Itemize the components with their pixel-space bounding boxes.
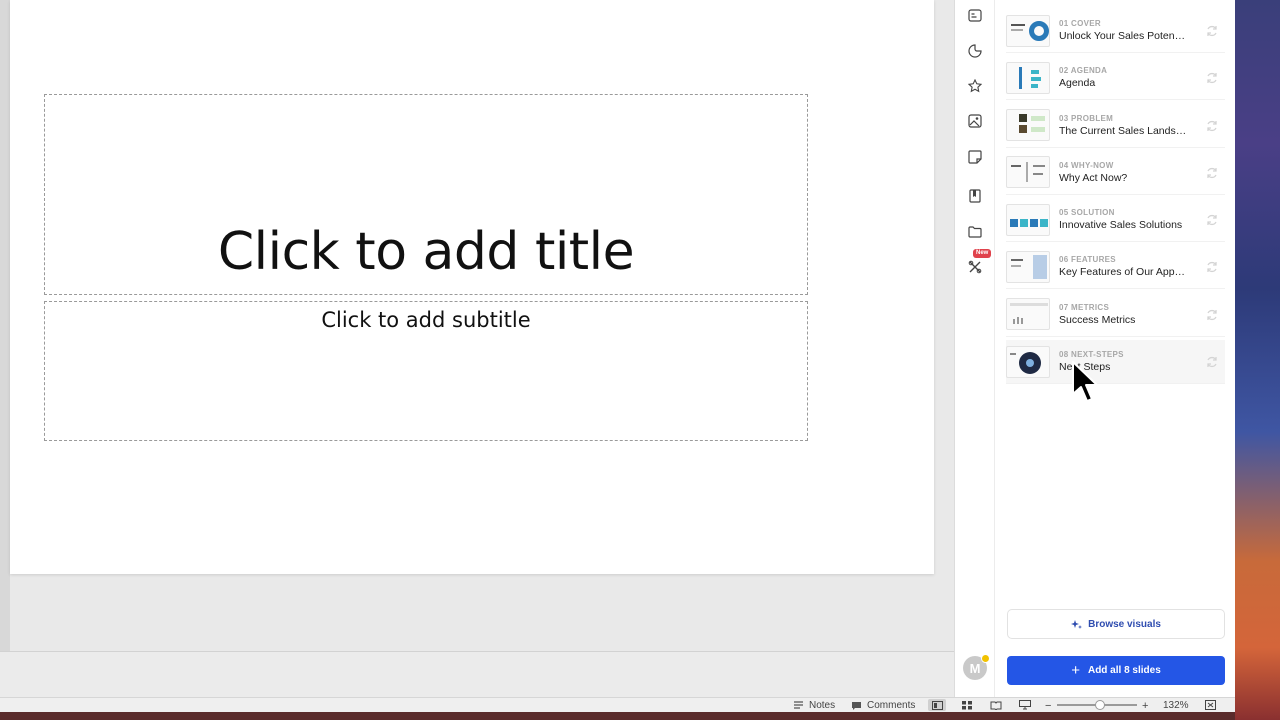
reading-view-button[interactable]	[987, 699, 1005, 711]
comments-toggle[interactable]: Comments	[850, 699, 915, 712]
slide-sorter-button[interactable]	[958, 699, 976, 711]
mouse-cursor-icon	[1072, 361, 1098, 402]
book-open-icon	[990, 701, 1002, 710]
refresh-icon[interactable]	[1205, 166, 1219, 180]
browse-visuals-button[interactable]: Browse visuals	[1007, 609, 1225, 639]
slide-thumbnail	[1006, 345, 1050, 378]
slide-title: Success Metrics	[1059, 313, 1136, 326]
notes-area[interactable]	[0, 651, 954, 697]
slide-thumbnail	[1006, 61, 1050, 94]
star-icon[interactable]	[966, 77, 983, 94]
comment-icon	[850, 700, 863, 711]
fit-to-window-icon	[1204, 700, 1216, 710]
refresh-icon[interactable]	[1205, 308, 1219, 322]
zoom-out-button[interactable]: −	[1045, 699, 1051, 712]
avatar-initial: M	[969, 660, 981, 676]
slide-list: 01 COVER Unlock Your Sales Poten… 02 AGE…	[1006, 9, 1225, 387]
grid-icon	[961, 700, 972, 709]
refresh-icon[interactable]	[1205, 71, 1219, 85]
desktop-wallpaper	[1235, 0, 1280, 720]
slide-item-solution[interactable]: 05 SOLUTION Innovative Sales Solutions	[1006, 198, 1225, 243]
slide-title: Unlock Your Sales Poten…	[1059, 30, 1186, 42]
slide-tag: 07 METRICS	[1059, 302, 1110, 312]
title-placeholder[interactable]: Click to add title	[44, 94, 808, 295]
normal-view-button[interactable]	[928, 699, 946, 711]
subtitle-placeholder-text: Click to add subtitle	[321, 308, 531, 332]
comments-label: Comments	[867, 700, 916, 711]
sticky-note-icon[interactable]	[966, 148, 983, 165]
refresh-icon[interactable]	[1205, 24, 1219, 38]
add-all-slides-button[interactable]: + Add all 8 slides	[1007, 656, 1225, 685]
plus-icon: +	[1071, 662, 1080, 679]
add-all-slides-label: Add all 8 slides	[1087, 665, 1161, 676]
subtitle-placeholder[interactable]: Click to add subtitle	[44, 301, 808, 441]
slideshow-button[interactable]	[1016, 699, 1034, 711]
new-badge: New	[973, 249, 992, 258]
slide-item-problem[interactable]: 03 PROBLEM The Current Sales Lands…	[1006, 104, 1225, 148]
status-bar: Notes Comments − + 132%	[0, 697, 1235, 712]
slide-thumbnail	[1006, 156, 1050, 189]
zoom-level-text: 132%	[1163, 700, 1189, 711]
slide-item-cover[interactable]: 01 COVER Unlock Your Sales Poten…	[1006, 9, 1225, 53]
sparkle-icon	[1071, 619, 1083, 629]
normal-view-icon	[931, 700, 943, 710]
slide-tag: 01 COVER	[1059, 19, 1101, 28]
zoom-level[interactable]: 132%	[1163, 699, 1189, 712]
slide-editor: Click to add title Click to add subtitle	[0, 0, 954, 697]
slide-tag: 08 NEXT-STEPS	[1059, 350, 1124, 360]
slide-thumbnail	[1006, 203, 1050, 236]
browse-visuals-label: Browse visuals	[1088, 618, 1161, 630]
slide-thumbnail	[1006, 250, 1050, 283]
thumbnail-pane-edge	[0, 0, 10, 697]
title-placeholder-text: Click to add title	[217, 222, 635, 282]
slide-tag: 05 SOLUTION	[1059, 208, 1115, 218]
minus-icon: −	[1045, 699, 1052, 712]
slide-tag: 02 AGENDA	[1059, 66, 1108, 76]
add-in-panel: New M 01 COVER Unlock Your Sales Poten…	[954, 0, 1235, 697]
slide-tag: 04 WHY-NOW	[1059, 160, 1114, 170]
slide-title: The Current Sales Lands…	[1059, 124, 1187, 137]
book-icon[interactable]	[966, 187, 983, 204]
plus-icon: +	[1142, 699, 1149, 712]
slide-item-features[interactable]: 06 FEATURES Key Features of Our App…	[1006, 245, 1225, 290]
slide-thumbnail	[1006, 14, 1050, 47]
slide-item-metrics[interactable]: 07 METRICS Success Metrics	[1006, 293, 1225, 337]
presenter-icon	[1019, 700, 1031, 710]
slide-thumbnail	[1006, 109, 1050, 142]
notes-icon	[792, 700, 805, 711]
slide-item-why-now[interactable]: 04 WHY-NOW Why Act Now?	[1006, 151, 1225, 195]
slide-title: Agenda	[1059, 77, 1096, 90]
slide-tag: 06 FEATURES	[1059, 255, 1116, 265]
sticker-icon[interactable]	[966, 42, 983, 59]
slide-item-next-steps[interactable]: 08 NEXT-STEPS Next Steps	[1006, 340, 1225, 385]
image-icon[interactable]	[966, 112, 983, 129]
slide-tag: 03 PROBLEM	[1059, 113, 1114, 123]
zoom-in-button[interactable]: +	[1142, 699, 1148, 712]
refresh-icon[interactable]	[1205, 260, 1219, 274]
tools-icon[interactable]	[966, 258, 983, 275]
notes-label: Notes	[809, 700, 836, 711]
notes-toggle[interactable]: Notes	[792, 699, 835, 712]
avatar-status-dot	[981, 654, 990, 663]
slide-thumbnail	[1006, 298, 1050, 331]
slide-title: Why Act Now?	[1059, 171, 1128, 184]
refresh-icon[interactable]	[1205, 355, 1219, 369]
slide-canvas[interactable]: Click to add title Click to add subtitle	[10, 0, 934, 574]
desktop-strip	[0, 712, 1235, 720]
slide-title: Key Features of Our App…	[1059, 266, 1186, 279]
slide-title: Innovative Sales Solutions	[1059, 219, 1183, 232]
fit-slide-button[interactable]	[1201, 699, 1219, 711]
refresh-icon[interactable]	[1205, 119, 1219, 133]
icon-rail: New M	[955, 0, 995, 697]
folder-icon[interactable]	[966, 223, 983, 240]
slide-item-agenda[interactable]: 02 AGENDA Agenda	[1006, 56, 1225, 101]
zoom-slider-thumb[interactable]	[1095, 700, 1105, 710]
layout-icon[interactable]	[966, 7, 983, 24]
refresh-icon[interactable]	[1205, 213, 1219, 227]
